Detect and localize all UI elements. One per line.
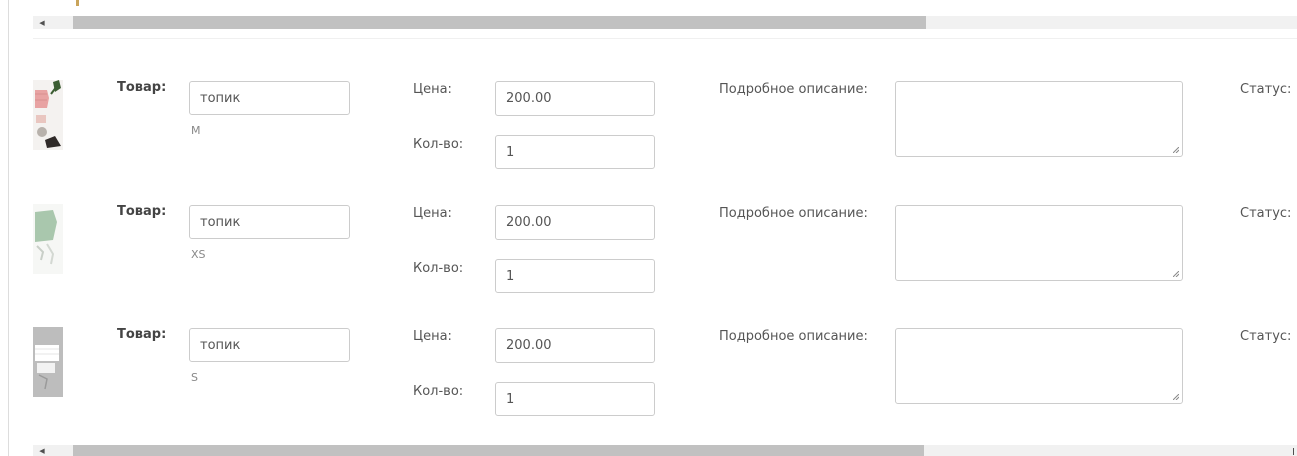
description-textarea[interactable] bbox=[895, 328, 1183, 404]
status-label: Статус: bbox=[1240, 206, 1292, 221]
quantity-label: Кол-во: bbox=[413, 137, 464, 152]
product-name-input[interactable]: топик bbox=[189, 81, 350, 115]
scroll-left-icon[interactable]: ◀ bbox=[36, 445, 48, 456]
quantity-input[interactable]: 1 bbox=[495, 382, 655, 416]
horizontal-scrollbar-top[interactable]: ◀ bbox=[33, 16, 1297, 29]
description-label: Подробное описание: bbox=[719, 206, 868, 221]
price-input[interactable]: 200.00 bbox=[495, 81, 655, 116]
description-label: Подробное описание: bbox=[719, 82, 868, 97]
order-item-row: Товар: топик S Цена: 200.00 Кол-во: 1 По… bbox=[0, 327, 1297, 437]
product-name-input[interactable]: топик bbox=[189, 328, 350, 362]
quantity-input[interactable]: 1 bbox=[495, 259, 655, 293]
product-image bbox=[33, 204, 63, 274]
price-input[interactable]: 200.00 bbox=[495, 328, 655, 363]
order-item-row: Товар: топик M Цена: 200.00 Кол-во: 1 По… bbox=[0, 80, 1297, 190]
price-input[interactable]: 200.00 bbox=[495, 205, 655, 240]
status-label: Статус: bbox=[1240, 329, 1292, 344]
quantity-label: Кол-во: bbox=[413, 384, 464, 399]
resize-grip-icon[interactable] bbox=[1173, 394, 1179, 400]
quantity-input[interactable]: 1 bbox=[495, 135, 655, 169]
size-text: S bbox=[191, 371, 198, 384]
quantity-label: Кол-во: bbox=[413, 261, 464, 276]
product-label: Товар: bbox=[117, 204, 167, 219]
order-item-row: Товар: топик XS Цена: 200.00 Кол-во: 1 П… bbox=[0, 204, 1297, 314]
scrollbar-thumb[interactable] bbox=[73, 445, 924, 456]
product-label: Товар: bbox=[117, 80, 167, 95]
order-items-panel: ◀ Товар: топик M Цена: 200.00 Кол-во: 1 … bbox=[0, 0, 1297, 456]
size-text: M bbox=[191, 124, 201, 137]
product-image bbox=[33, 80, 63, 150]
accent-mark bbox=[76, 0, 79, 6]
description-textarea[interactable] bbox=[895, 81, 1183, 157]
product-name-input[interactable]: топик bbox=[189, 205, 350, 239]
description-label: Подробное описание: bbox=[719, 329, 868, 344]
price-label: Цена: bbox=[413, 206, 452, 221]
divider bbox=[33, 38, 1297, 39]
description-textarea[interactable] bbox=[895, 205, 1183, 281]
scroll-right-icon[interactable] bbox=[1293, 448, 1294, 455]
price-label: Цена: bbox=[413, 82, 452, 97]
scrollbar-thumb[interactable] bbox=[73, 16, 926, 29]
scroll-left-icon[interactable]: ◀ bbox=[36, 16, 48, 29]
status-label: Статус: bbox=[1240, 82, 1292, 97]
horizontal-scrollbar-bottom[interactable]: ◀ bbox=[33, 445, 1297, 456]
product-label: Товар: bbox=[117, 327, 167, 342]
price-label: Цена: bbox=[413, 329, 452, 344]
product-image bbox=[33, 327, 63, 397]
resize-grip-icon[interactable] bbox=[1173, 271, 1179, 277]
resize-grip-icon[interactable] bbox=[1173, 147, 1179, 153]
size-text: XS bbox=[191, 248, 206, 261]
